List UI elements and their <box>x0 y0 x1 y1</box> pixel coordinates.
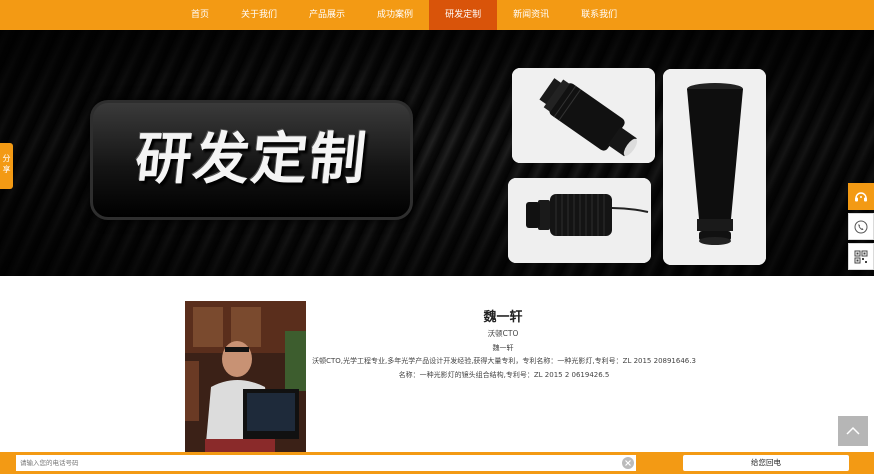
arrow-up-icon <box>846 426 860 435</box>
phone-icon <box>854 220 868 233</box>
phone-number-input[interactable] <box>16 455 636 471</box>
profile-name-secondary: 魏一轩 <box>492 344 514 352</box>
qr-code-icon <box>854 250 868 263</box>
nav-item-rd-custom[interactable]: 研发定制 <box>429 0 498 30</box>
nav-item-contact[interactable]: 联系我们 <box>565 0 633 30</box>
nav-item-news[interactable]: 新闻资讯 <box>497 0 565 30</box>
callback-bar: 给您回电 <box>0 452 874 474</box>
clear-input-button[interactable] <box>622 457 634 469</box>
close-icon <box>625 460 631 466</box>
nav-menu: 首页 关于我们 产品展示 成功案例 研发定制 新闻资讯 联系我们 <box>175 0 633 30</box>
profile-description-continued: 名称：一种光影灯的镜头组合结构,专利号：ZL 2015 2 0619426.5 <box>398 371 610 379</box>
callback-button[interactable]: 给您回电 <box>683 455 849 471</box>
banner-title-plate: 研发定制 <box>90 100 413 220</box>
nav-item-products[interactable]: 产品展示 <box>293 0 361 30</box>
hero-banner: 研发定制 <box>0 30 874 276</box>
top-nav: 首页 关于我们 产品展示 成功案例 研发定制 新闻资讯 联系我们 <box>0 0 874 30</box>
nav-item-about[interactable]: 关于我们 <box>225 0 293 30</box>
profile-description: 沃顿CTO,光学工程专业,多年光学产品设计开发经验,获得大量专利，专利名称：一种… <box>312 357 696 365</box>
projector-module-photo <box>508 178 651 263</box>
qr-code-button[interactable] <box>848 243 874 270</box>
nav-item-home[interactable]: 首页 <box>175 0 225 30</box>
banner-title: 研发定制 <box>132 127 371 192</box>
nav-item-cases[interactable]: 成功案例 <box>361 0 429 30</box>
lens-assembly-photo <box>512 68 655 163</box>
back-to-top-button[interactable] <box>838 416 868 446</box>
phone-button[interactable] <box>848 213 874 240</box>
profile-role: 沃顿CTO <box>487 329 519 338</box>
customer-service-button[interactable] <box>848 183 874 210</box>
lens-tube-photo <box>663 69 766 265</box>
profile-photo <box>185 301 306 454</box>
headset-icon <box>855 191 867 201</box>
share-tab[interactable]: 分享 <box>0 143 13 189</box>
profile-name: 魏一轩 <box>483 310 523 325</box>
